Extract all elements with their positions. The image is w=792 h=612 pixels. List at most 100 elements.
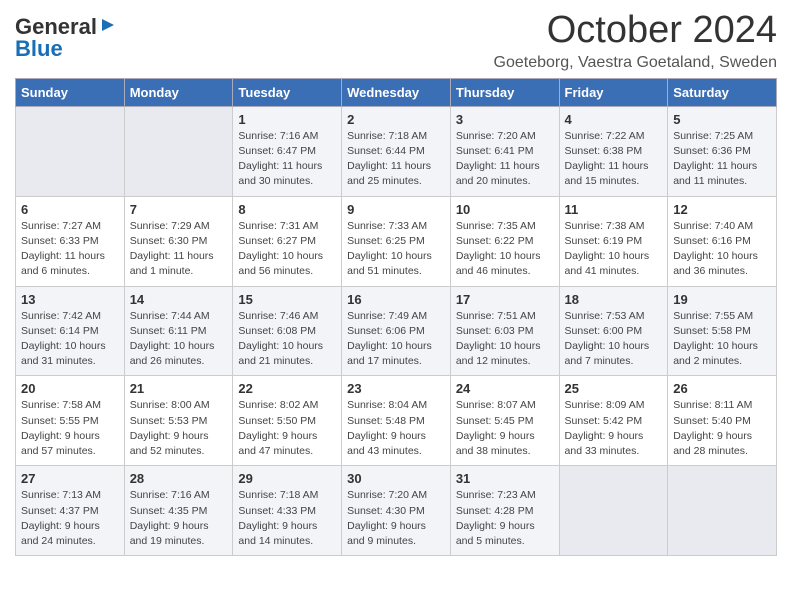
day-info: Sunrise: 7:38 AMSunset: 6:19 PMDaylight:…	[565, 219, 663, 280]
day-info: Sunrise: 7:35 AMSunset: 6:22 PMDaylight:…	[456, 219, 554, 280]
day-number: 14	[130, 292, 228, 307]
day-info: Sunrise: 7:18 AMSunset: 6:44 PMDaylight:…	[347, 129, 445, 190]
day-info: Sunrise: 7:46 AMSunset: 6:08 PMDaylight:…	[238, 309, 336, 370]
day-info: Sunrise: 7:44 AMSunset: 6:11 PMDaylight:…	[130, 309, 228, 370]
calendar-header: SundayMondayTuesdayWednesdayThursdayFrid…	[16, 78, 777, 106]
day-info: Sunrise: 7:23 AMSunset: 4:28 PMDaylight:…	[456, 488, 554, 549]
day-info: Sunrise: 7:31 AMSunset: 6:27 PMDaylight:…	[238, 219, 336, 280]
day-number: 23	[347, 381, 445, 396]
header-row: SundayMondayTuesdayWednesdayThursdayFrid…	[16, 78, 777, 106]
day-number: 31	[456, 471, 554, 486]
day-info: Sunrise: 8:02 AMSunset: 5:50 PMDaylight:…	[238, 398, 336, 459]
day-cell: 20Sunrise: 7:58 AMSunset: 5:55 PMDayligh…	[16, 376, 125, 466]
day-cell: 31 Sunrise: 7:23 AMSunset: 4:28 PMDayligh…	[450, 466, 559, 556]
day-number: 30	[347, 471, 445, 486]
header-cell-saturday: Saturday	[668, 78, 777, 106]
day-info: Sunrise: 7:20 AMSunset: 4:30 PMDaylight:…	[347, 488, 445, 549]
day-number: 5	[673, 112, 771, 127]
day-cell: 15 Sunrise: 7:46 AMSunset: 6:08 PMDayligh…	[233, 286, 342, 376]
day-info: Sunrise: 7:49 AMSunset: 6:06 PMDaylight:…	[347, 309, 445, 370]
day-cell: 2 Sunrise: 7:18 AMSunset: 6:44 PMDaylight…	[342, 106, 451, 196]
title-area: October 2024 Goeteborg, Vaestra Goetalan…	[494, 10, 777, 72]
week-row-5: 27 Sunrise: 7:13 AMSunset: 4:37 PMDayligh…	[16, 466, 777, 556]
logo-blue: Blue	[15, 36, 63, 62]
day-info: Sunrise: 7:25 AMSunset: 6:36 PMDaylight:…	[673, 129, 771, 190]
day-number: 18	[565, 292, 663, 307]
header-cell-wednesday: Wednesday	[342, 78, 451, 106]
day-info: Sunrise: 8:07 AMSunset: 5:45 PMDaylight:…	[456, 398, 554, 459]
day-info: Sunrise: 7:42 AMSunset: 6:14 PMDaylight:…	[21, 309, 119, 370]
day-cell: 4 Sunrise: 7:22 AMSunset: 6:38 PMDaylight…	[559, 106, 668, 196]
day-info: Sunrise: 7:33 AMSunset: 6:25 PMDaylight:…	[347, 219, 445, 280]
day-cell: 12Sunrise: 7:40 AMSunset: 6:16 PMDayligh…	[668, 196, 777, 286]
day-info: Sunrise: 7:53 AMSunset: 6:00 PMDaylight:…	[565, 309, 663, 370]
day-cell: 11Sunrise: 7:38 AMSunset: 6:19 PMDayligh…	[559, 196, 668, 286]
calendar-body: 1 Sunrise: 7:16 AMSunset: 6:47 PMDaylight…	[16, 106, 777, 555]
day-cell: 9 Sunrise: 7:33 AMSunset: 6:25 PMDaylight…	[342, 196, 451, 286]
day-number: 12	[673, 202, 771, 217]
day-number: 4	[565, 112, 663, 127]
day-cell: 8Sunrise: 7:31 AMSunset: 6:27 PMDaylight…	[233, 196, 342, 286]
day-info: Sunrise: 7:29 AMSunset: 6:30 PMDaylight:…	[130, 219, 228, 280]
day-number: 21	[130, 381, 228, 396]
day-cell: 28 Sunrise: 7:16 AMSunset: 4:35 PMDayligh…	[124, 466, 233, 556]
logo-area: General Blue	[15, 14, 117, 62]
day-cell: 16 Sunrise: 7:49 AMSunset: 6:06 PMDayligh…	[342, 286, 451, 376]
header-cell-friday: Friday	[559, 78, 668, 106]
day-info: Sunrise: 7:16 AMSunset: 4:35 PMDaylight:…	[130, 488, 228, 549]
day-cell: 17Sunrise: 7:51 AMSunset: 6:03 PMDayligh…	[450, 286, 559, 376]
day-info: Sunrise: 7:18 AMSunset: 4:33 PMDaylight:…	[238, 488, 336, 549]
day-cell: 13 Sunrise: 7:42 AMSunset: 6:14 PMDayligh…	[16, 286, 125, 376]
day-info: Sunrise: 8:09 AMSunset: 5:42 PMDaylight:…	[565, 398, 663, 459]
day-number: 19	[673, 292, 771, 307]
day-number: 7	[130, 202, 228, 217]
day-cell: 3 Sunrise: 7:20 AMSunset: 6:41 PMDaylight…	[450, 106, 559, 196]
day-info: Sunrise: 7:22 AMSunset: 6:38 PMDaylight:…	[565, 129, 663, 190]
page-header: General Blue October 2024 Goeteborg, Vae…	[15, 10, 777, 72]
day-number: 27	[21, 471, 119, 486]
day-number: 28	[130, 471, 228, 486]
day-number: 15	[238, 292, 336, 307]
header-cell-sunday: Sunday	[16, 78, 125, 106]
day-info: Sunrise: 7:55 AMSunset: 5:58 PMDaylight:…	[673, 309, 771, 370]
day-cell	[124, 106, 233, 196]
day-info: Sunrise: 7:27 AMSunset: 6:33 PMDaylight:…	[21, 219, 119, 280]
day-number: 16	[347, 292, 445, 307]
day-info: Sunrise: 7:13 AMSunset: 4:37 PMDaylight:…	[21, 488, 119, 549]
day-number: 24	[456, 381, 554, 396]
day-cell: 19 Sunrise: 7:55 AMSunset: 5:58 PMDayligh…	[668, 286, 777, 376]
logo-flag-icon	[100, 17, 116, 37]
calendar-table: SundayMondayTuesdayWednesdayThursdayFrid…	[15, 78, 777, 556]
day-number: 20	[21, 381, 119, 396]
day-cell: 25Sunrise: 8:09 AMSunset: 5:42 PMDayligh…	[559, 376, 668, 466]
day-info: Sunrise: 8:00 AMSunset: 5:53 PMDaylight:…	[130, 398, 228, 459]
day-cell: 6 Sunrise: 7:27 AMSunset: 6:33 PMDaylight…	[16, 196, 125, 286]
day-info: Sunrise: 8:11 AMSunset: 5:40 PMDaylight:…	[673, 398, 771, 459]
day-cell: 21 Sunrise: 8:00 AMSunset: 5:53 PMDayligh…	[124, 376, 233, 466]
day-number: 17	[456, 292, 554, 307]
week-row-3: 13 Sunrise: 7:42 AMSunset: 6:14 PMDayligh…	[16, 286, 777, 376]
day-info: Sunrise: 7:16 AMSunset: 6:47 PMDaylight:…	[238, 129, 336, 190]
day-number: 2	[347, 112, 445, 127]
day-cell	[559, 466, 668, 556]
day-cell: 23Sunrise: 8:04 AMSunset: 5:48 PMDayligh…	[342, 376, 451, 466]
day-cell: 10 Sunrise: 7:35 AMSunset: 6:22 PMDayligh…	[450, 196, 559, 286]
day-number: 3	[456, 112, 554, 127]
day-number: 6	[21, 202, 119, 217]
page-subtitle: Goeteborg, Vaestra Goetaland, Sweden	[494, 54, 777, 72]
day-number: 13	[21, 292, 119, 307]
day-info: Sunrise: 7:20 AMSunset: 6:41 PMDaylight:…	[456, 129, 554, 190]
day-cell: 18 Sunrise: 7:53 AMSunset: 6:00 PMDayligh…	[559, 286, 668, 376]
week-row-2: 6 Sunrise: 7:27 AMSunset: 6:33 PMDaylight…	[16, 196, 777, 286]
day-cell: 5 Sunrise: 7:25 AMSunset: 6:36 PMDaylight…	[668, 106, 777, 196]
header-cell-thursday: Thursday	[450, 78, 559, 106]
day-cell: 26Sunrise: 8:11 AMSunset: 5:40 PMDayligh…	[668, 376, 777, 466]
day-cell: 29Sunrise: 7:18 AMSunset: 4:33 PMDayligh…	[233, 466, 342, 556]
day-cell	[16, 106, 125, 196]
day-number: 22	[238, 381, 336, 396]
day-number: 1	[238, 112, 336, 127]
day-cell: 14 Sunrise: 7:44 AMSunset: 6:11 PMDayligh…	[124, 286, 233, 376]
day-number: 9	[347, 202, 445, 217]
day-cell: 24 Sunrise: 8:07 AMSunset: 5:45 PMDayligh…	[450, 376, 559, 466]
day-number: 10	[456, 202, 554, 217]
